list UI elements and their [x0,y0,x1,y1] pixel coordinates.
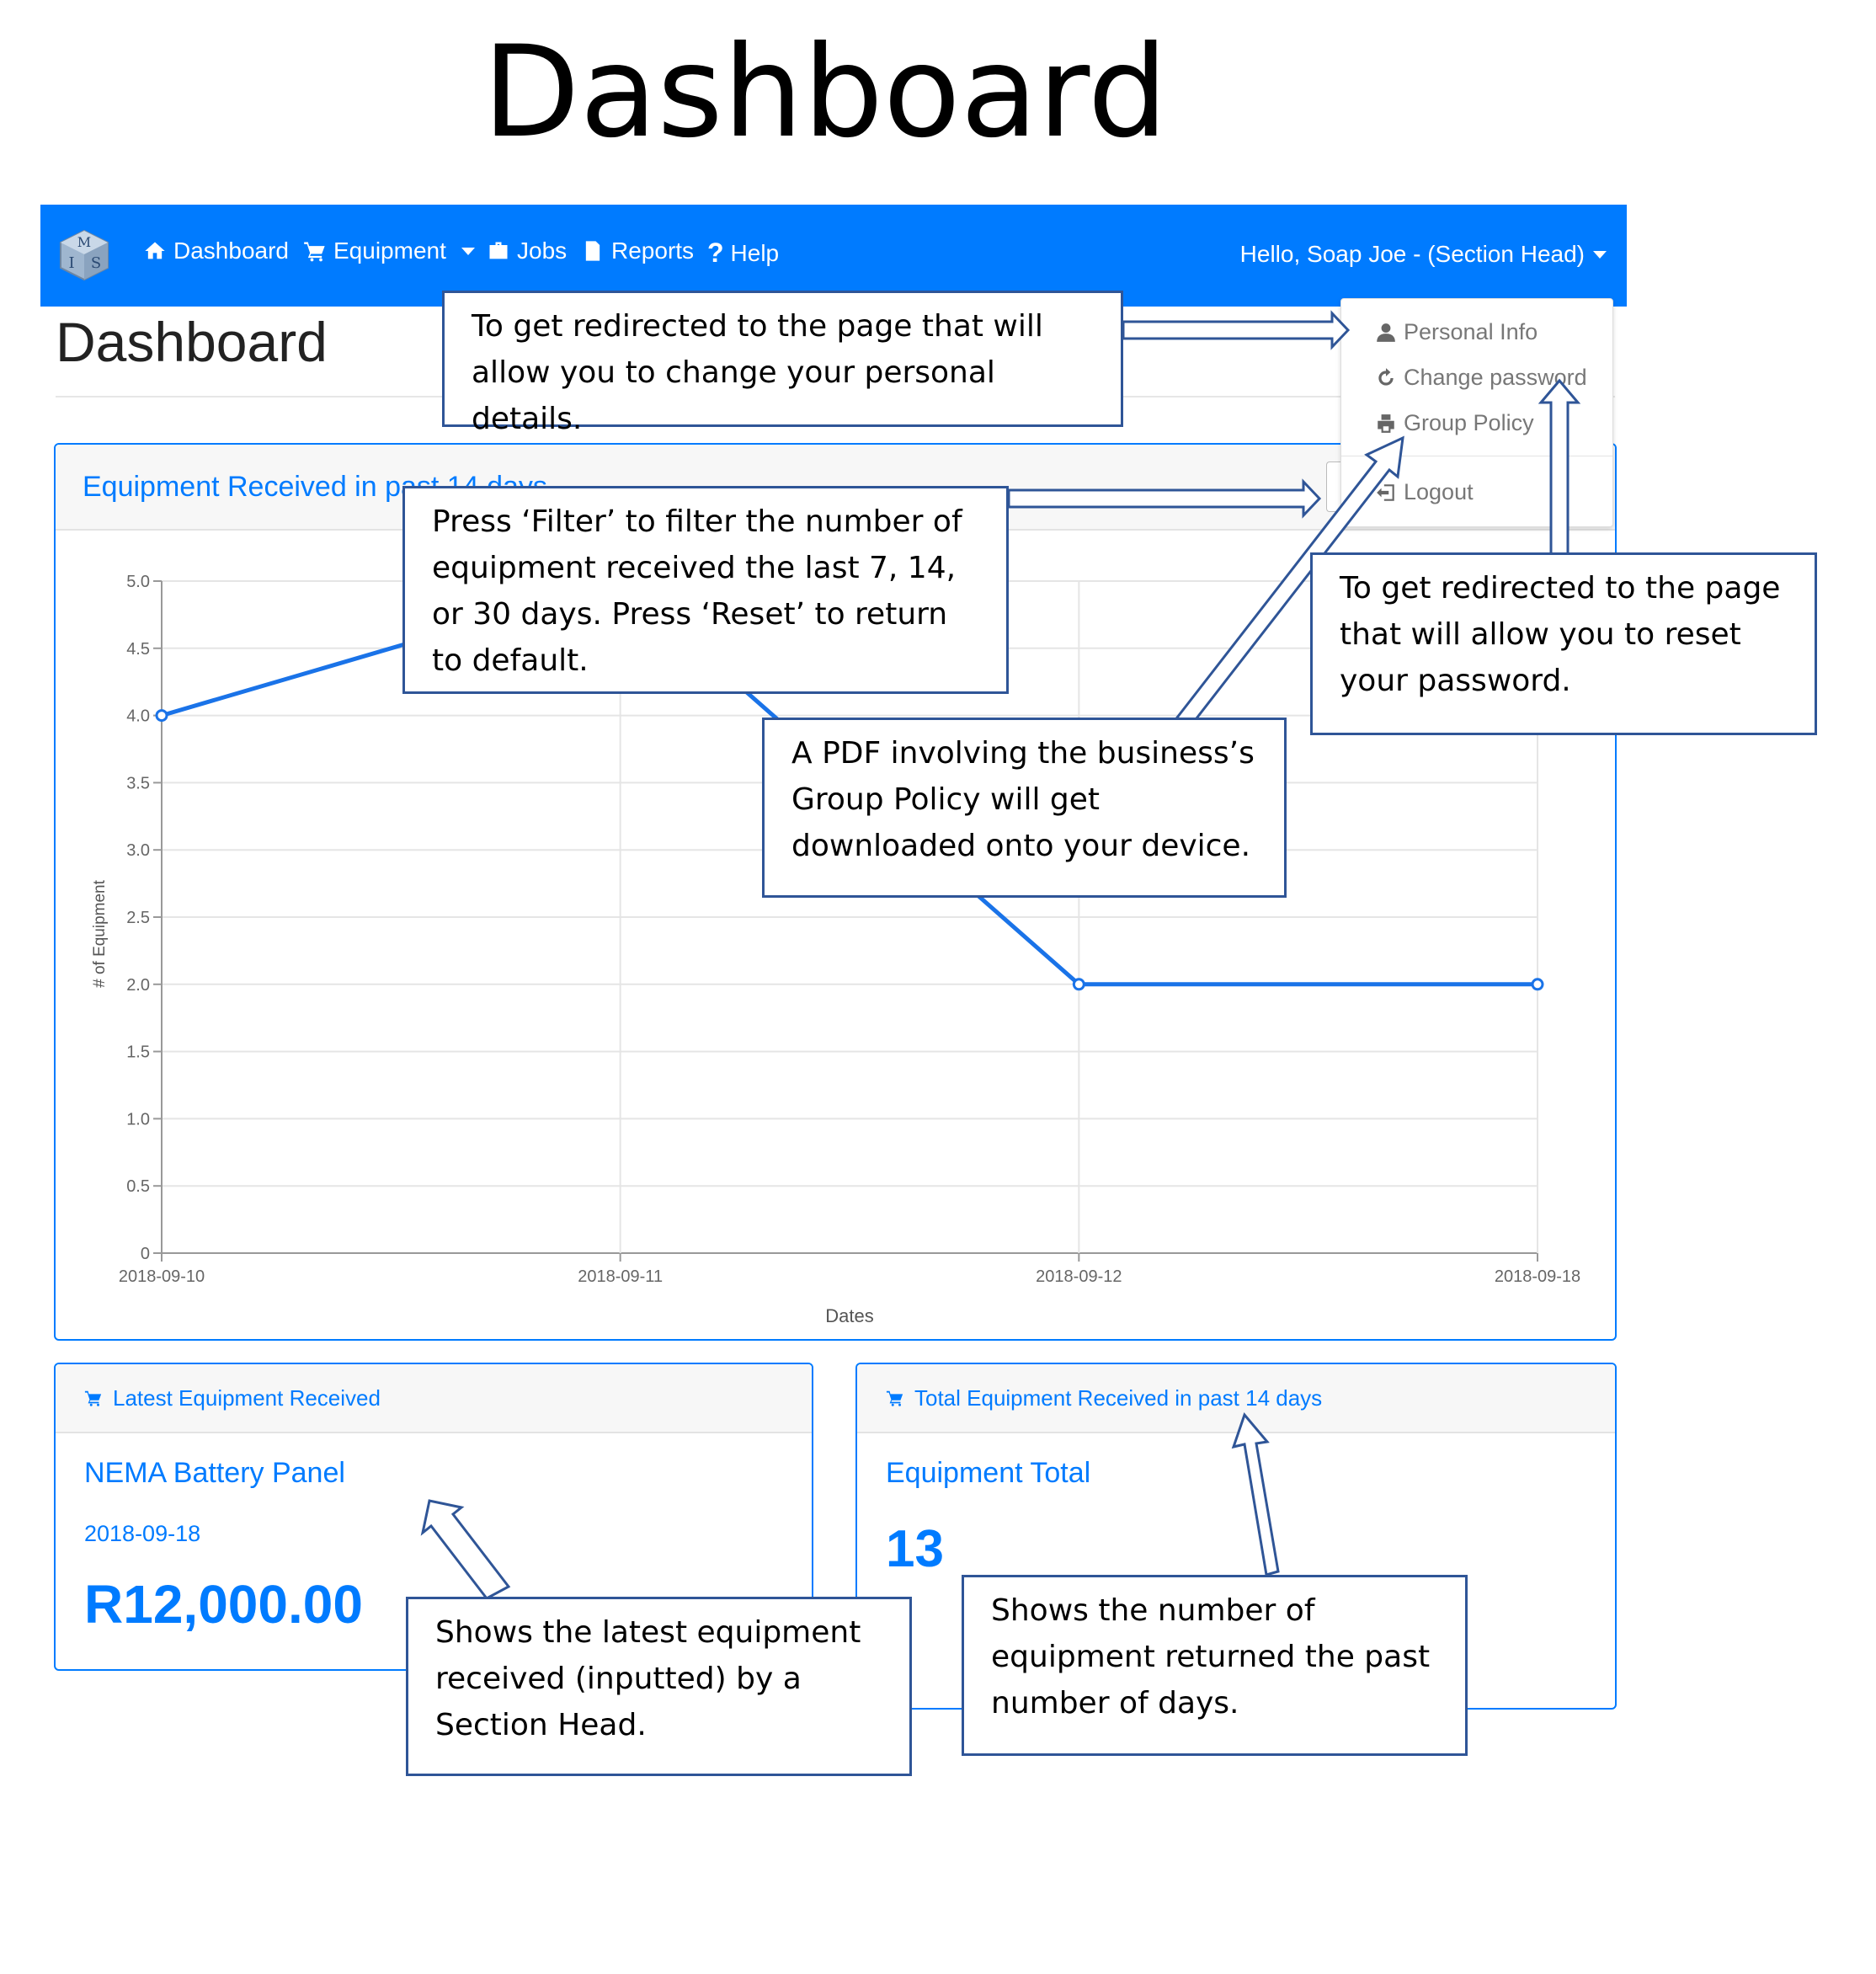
user-dropdown-menu: Personal Info Change password Group Poli… [1340,298,1613,527]
cart-icon [84,1390,102,1406]
callout-change-password: To get redirected to the page that will … [1310,552,1817,735]
logout-icon [1377,483,1394,501]
dropdown-logout[interactable]: Logout [1375,479,1474,505]
y-tick-label: 0.5 [126,1177,150,1196]
x-tick-label: 2018-09-10 [119,1267,205,1286]
y-tick-label: 1.5 [126,1043,150,1062]
nav-help[interactable]: ? Help [707,237,779,269]
y-tick-label: 4.0 [126,707,150,726]
callout-group-policy: A PDF involving the business’s Group Pol… [762,718,1287,898]
x-axis-title: Dates [825,1305,873,1326]
nav-equipment[interactable]: Equipment [303,237,475,264]
print-icon [1378,413,1394,433]
x-tick-label: 2018-09-18 [1495,1267,1580,1286]
latest-equipment-name[interactable]: NEMA Battery Panel [84,1457,345,1490]
total-card-title: Total Equipment Received in past 14 days [914,1384,1323,1411]
latest-equipment-price: R12,000.00 [84,1574,363,1635]
dropdown-personal-info-label: Personal Info [1404,319,1538,344]
page-title: Dashboard [56,311,328,373]
nav-dashboard-label: Dashboard [173,237,289,264]
nav-equipment-label: Equipment [333,237,446,264]
x-tick-label: 2018-09-11 [578,1267,663,1286]
latest-equipment-date: 2018-09-18 [84,1521,201,1546]
callout-personal-info: To get redirected to the page that will … [442,291,1123,436]
arrow-to-personal-info [1122,310,1351,350]
callout-filter: Press ‘Filter’ to filter the number of e… [402,486,1009,694]
dropdown-group-policy-label: Group Policy [1404,410,1534,435]
briefcase-icon [489,242,508,259]
latest-card-title: Latest Equipment Received [113,1384,381,1411]
equipment-total-title: Equipment Total [886,1457,1091,1489]
dropdown-logout-label: Logout [1404,479,1474,504]
nav-help-label: Help [730,239,780,266]
nav-reports[interactable]: Reports [581,237,694,264]
data-point [1531,978,1544,991]
nav-jobs[interactable]: Jobs [487,237,567,264]
cart-icon [886,1390,903,1406]
y-tick-label: 2.5 [126,909,150,927]
data-point [155,709,168,723]
user-menu-toggle[interactable]: Hello, Soap Joe - (Section Head) [1240,241,1607,268]
app-logo[interactable]: M I S [57,227,111,281]
logo-letter-s: S [91,254,101,272]
logo-letter-i: I [68,254,74,272]
y-tick-label: 1.0 [126,1110,150,1128]
chevron-down-icon [461,247,475,255]
equipment-total-count: 13 [886,1520,944,1578]
x-tick-label: 2018-09-12 [1036,1267,1122,1286]
dropdown-change-password[interactable]: Change password [1375,365,1587,391]
y-tick-label: 0 [141,1245,150,1263]
chevron-down-icon [1593,250,1607,259]
y-tick-label: 3.0 [126,841,150,860]
y-tick-label: 5.0 [126,573,150,591]
y-tick-label: 2.0 [126,976,150,995]
dropdown-personal-info[interactable]: Personal Info [1375,319,1538,345]
report-icon [585,241,600,261]
user-greeting: Hello, Soap Joe - (Section Head) [1239,241,1585,267]
question-icon: ? [707,237,724,268]
y-tick-label: 4.5 [126,640,150,659]
document-title: Dashboard [482,19,1168,166]
latest-card-header: Latest Equipment Received [56,1364,812,1433]
cart-icon [304,242,325,262]
nav-jobs-label: Jobs [517,237,568,264]
nav-dashboard[interactable]: Dashboard [143,237,289,264]
y-axis-title: # of Equipment [91,879,109,988]
data-point [1072,978,1085,991]
total-card-header: Total Equipment Received in past 14 days [857,1364,1615,1433]
user-icon [1377,323,1395,342]
logo-letter-m: M [77,234,91,250]
y-tick-label: 3.5 [126,774,150,792]
dropdown-change-password-label: Change password [1404,365,1587,390]
dropdown-group-policy[interactable]: Group Policy [1375,410,1534,436]
nav-reports-label: Reports [611,237,695,264]
home-icon [145,242,165,259]
callout-total-equipment: Shows the number of equipment returned t… [962,1575,1468,1756]
refresh-icon [1378,367,1394,386]
callout-latest-equipment: Shows the latest equipment received (inp… [406,1597,912,1776]
